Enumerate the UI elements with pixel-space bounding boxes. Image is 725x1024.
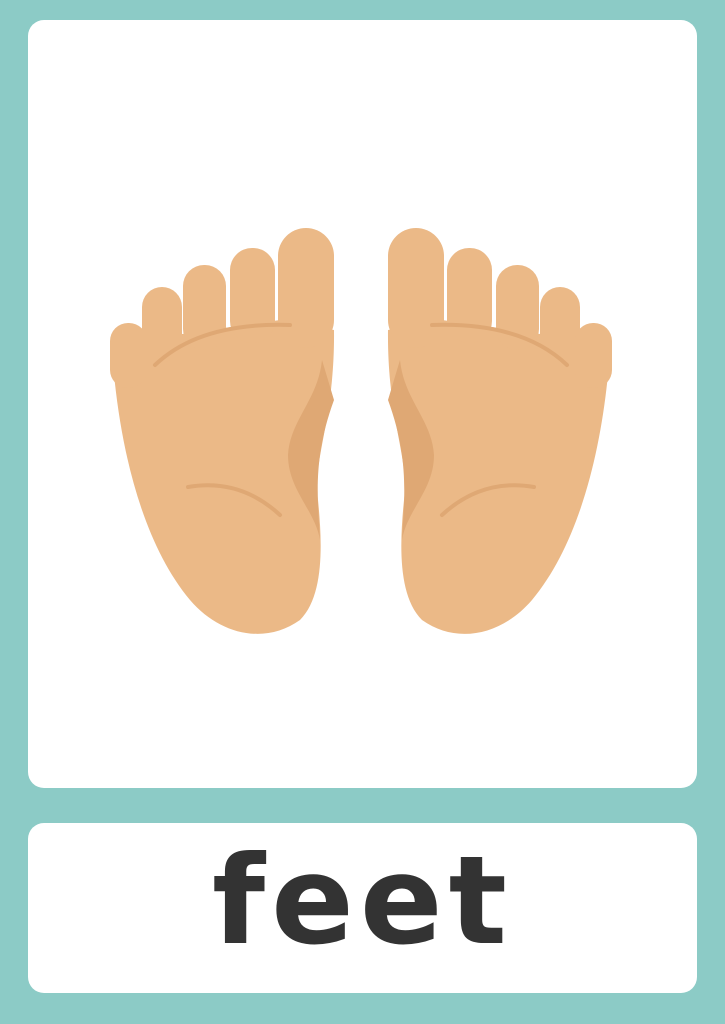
right-foot-icon: [385, 226, 614, 636]
word-panel: feet: [28, 823, 697, 993]
card-word: feet: [212, 830, 513, 972]
left-foot-icon: [110, 228, 335, 634]
